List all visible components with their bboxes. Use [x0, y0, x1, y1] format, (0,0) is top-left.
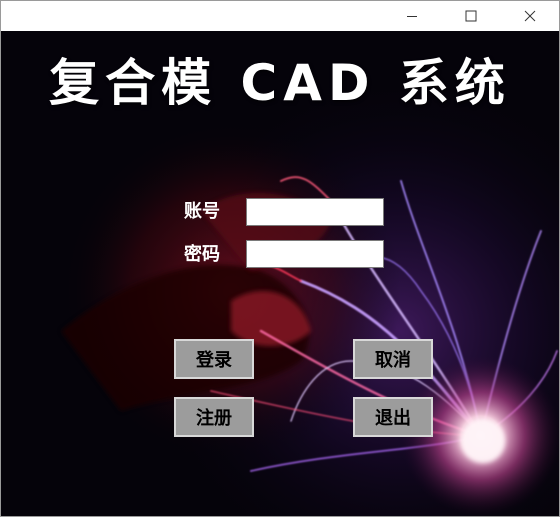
close-button[interactable] [507, 1, 553, 31]
app-title: 复合模 CAD 系统 [49, 54, 511, 112]
close-icon [524, 10, 536, 22]
exit-button[interactable]: 退出 [353, 397, 433, 437]
password-label: 密码 [184, 244, 220, 265]
title-bar [1, 1, 559, 31]
app-window: 复合模 CAD 系统 账号 密码 登录 取消 注册 退出 [0, 0, 560, 517]
cancel-button[interactable]: 取消 [353, 339, 433, 379]
minimize-button[interactable] [389, 1, 435, 31]
login-button[interactable]: 登录 [174, 339, 254, 379]
password-input[interactable] [246, 240, 384, 268]
client-area: 复合模 CAD 系统 账号 密码 登录 取消 注册 退出 [1, 31, 559, 516]
register-button[interactable]: 注册 [174, 397, 254, 437]
minimize-icon [407, 16, 417, 17]
account-input[interactable] [246, 198, 384, 226]
maximize-icon [465, 10, 477, 22]
maximize-button[interactable] [448, 1, 494, 31]
account-label: 账号 [184, 201, 220, 222]
